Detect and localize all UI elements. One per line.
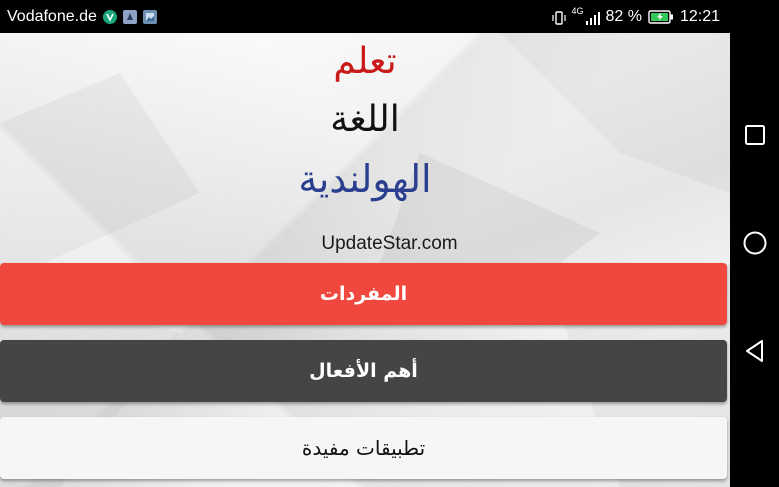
signal-icon [585, 10, 601, 25]
battery-percent: 82 % [605, 7, 642, 25]
image-notification-icon [142, 9, 157, 24]
phone-screen: Vodafone.de 4G 82 % 12:21 تعلم اللغة اله… [0, 0, 779, 487]
app-content: تعلم اللغة الهولندية UpdateStar.com المف… [0, 33, 730, 487]
clock: 12:21 [679, 7, 720, 25]
navigation-bar [730, 0, 779, 487]
vibrate-icon [551, 10, 567, 25]
app-notification-icon [122, 9, 137, 24]
recent-apps-icon[interactable] [742, 122, 768, 148]
battery-charging-icon [648, 9, 674, 24]
vine-icon [102, 9, 117, 24]
title-learn: تعلم [333, 41, 397, 82]
title-language: اللغة [330, 99, 400, 140]
network-type: 4G [571, 6, 584, 16]
vocabulary-button[interactable]: المفردات [0, 263, 727, 325]
carrier-name: Vodafone.de [7, 7, 97, 25]
back-icon[interactable] [742, 338, 768, 364]
verbs-button[interactable]: أهم الأفعال [0, 340, 727, 402]
status-bar: Vodafone.de 4G 82 % 12:21 [0, 0, 730, 33]
title-dutch: الهولندية [298, 157, 432, 201]
status-left: Vodafone.de [7, 0, 157, 33]
home-icon[interactable] [742, 230, 768, 256]
status-right: 4G 82 % 12:21 [551, 0, 720, 33]
watermark-text: UpdateStar.com [321, 233, 458, 254]
useful-apps-button[interactable]: تطبيقات مفيدة [0, 417, 727, 479]
